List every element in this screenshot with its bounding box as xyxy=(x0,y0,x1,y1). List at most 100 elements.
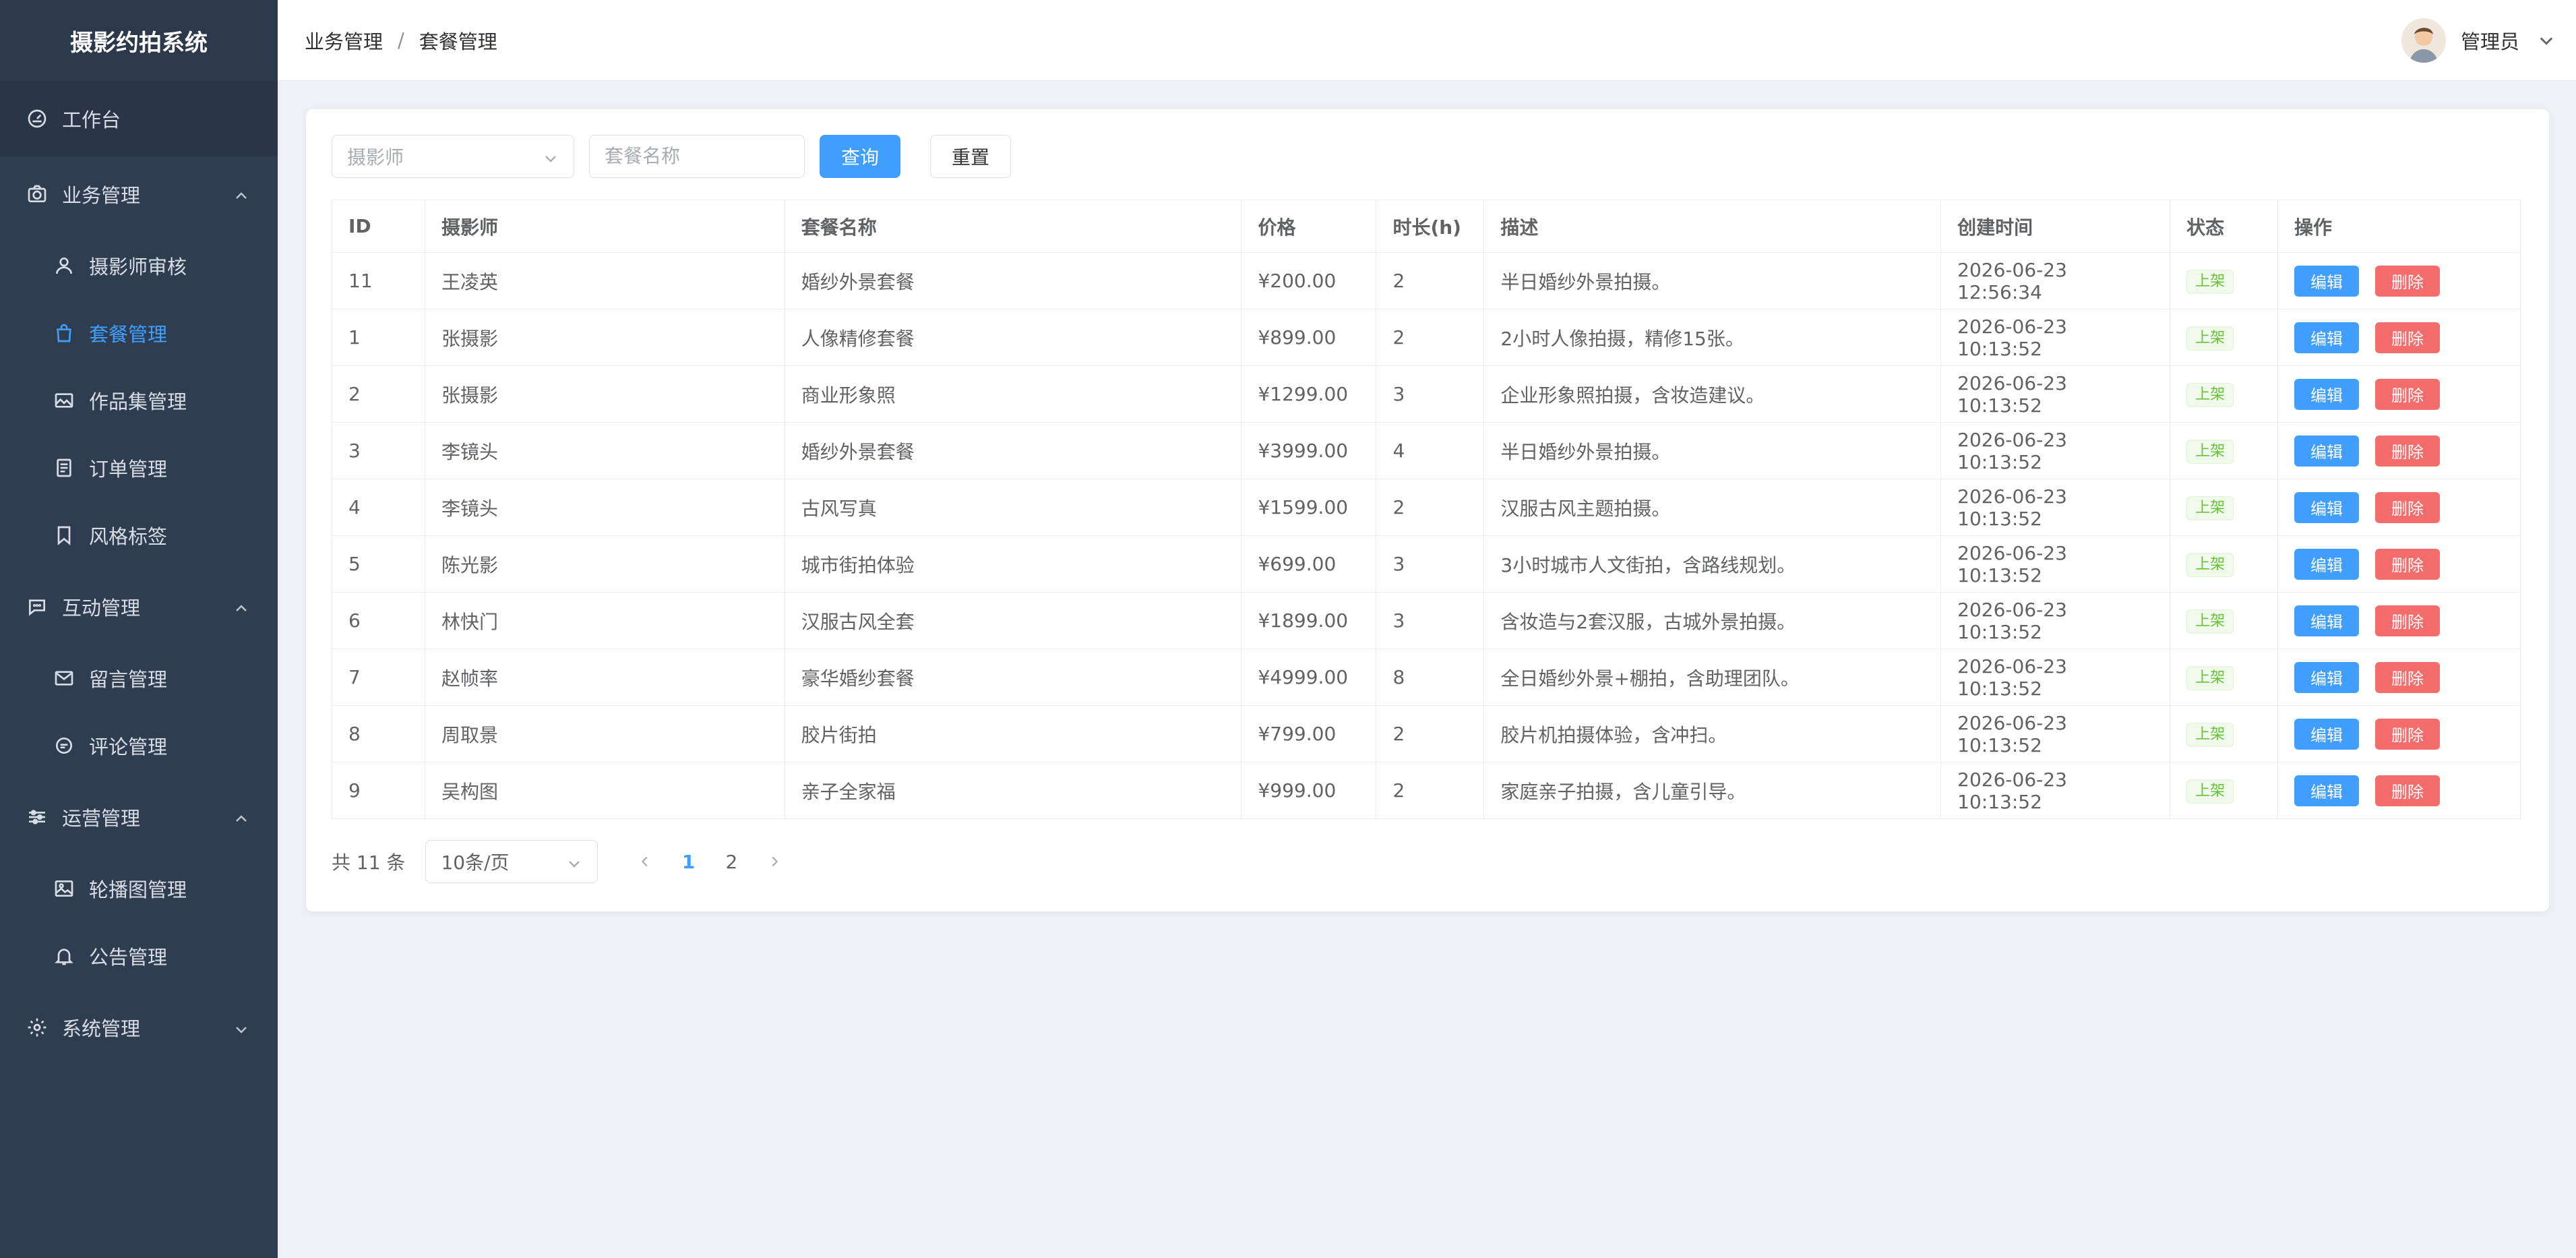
sidebar-item-label: 工作台 xyxy=(62,109,121,131)
cell-name: 胶片街拍 xyxy=(784,705,1242,762)
sidebar-group-business[interactable]: 业务管理 xyxy=(0,156,278,232)
cell-price: ¥1899.00 xyxy=(1241,592,1377,649)
cell-desc: 全日婚纱外景+棚拍，含助理团队。 xyxy=(1483,649,1942,706)
edit-button[interactable]: 编辑 xyxy=(2294,718,2360,750)
mail-icon xyxy=(53,667,75,690)
edit-button[interactable]: 编辑 xyxy=(2294,435,2360,467)
cell-created: 2026-06-23 10:13:52 xyxy=(1940,365,2171,423)
table-row: 7 赵帧率 豪华婚纱套餐 ¥4999.00 8 全日婚纱外景+棚拍，含助理团队。 2026-… xyxy=(332,649,2521,706)
avatar xyxy=(2401,18,2446,63)
sidebar-item-order-management[interactable]: 订单管理 xyxy=(0,434,278,502)
cell-price: ¥1599.00 xyxy=(1241,479,1377,536)
delete-button[interactable]: 删除 xyxy=(2375,775,2441,806)
chevron-down-icon xyxy=(543,149,559,165)
delete-button[interactable]: 删除 xyxy=(2375,265,2441,297)
cell-photographer: 吴构图 xyxy=(424,762,785,819)
cell-created: 2026-06-23 10:13:52 xyxy=(1940,649,2171,706)
cell-photographer: 赵帧率 xyxy=(424,649,785,706)
column-header-duration: 时长(h) xyxy=(1376,200,1485,253)
sidebar-item-banner-management[interactable]: 轮播图管理 xyxy=(0,855,278,922)
sidebar-item-package-management[interactable]: 套餐管理 xyxy=(0,299,278,367)
edit-button[interactable]: 编辑 xyxy=(2294,265,2360,297)
delete-button[interactable]: 删除 xyxy=(2375,378,2441,410)
document-icon xyxy=(53,456,75,479)
cell-desc: 2小时人像拍摄，精修15张。 xyxy=(1483,309,1942,366)
pagination: 共 11 条 10条/页 1 2 xyxy=(332,840,796,883)
edit-button[interactable]: 编辑 xyxy=(2294,378,2360,410)
column-header-status: 状态 xyxy=(2170,200,2279,253)
breadcrumb-separator: / xyxy=(398,29,404,52)
cell-id: 2 xyxy=(332,365,425,423)
reset-button[interactable]: 重置 xyxy=(930,135,1011,178)
cell-created: 2026-06-23 10:13:52 xyxy=(1940,422,2171,479)
sidebar-group-operations[interactable]: 运营管理 xyxy=(0,779,278,855)
cell-id: 5 xyxy=(332,535,425,593)
delete-button[interactable]: 删除 xyxy=(2375,548,2441,580)
status-badge: 上架 xyxy=(2186,552,2234,577)
cell-status: 上架 xyxy=(2170,252,2279,309)
cell-desc: 半日婚纱外景拍摄。 xyxy=(1483,252,1942,309)
cell-price: ¥799.00 xyxy=(1241,705,1377,762)
cell-actions: 编辑 删除 xyxy=(2277,422,2521,479)
delete-button[interactable]: 删除 xyxy=(2375,322,2441,353)
cell-duration: 3 xyxy=(1376,592,1485,649)
edit-button[interactable]: 编辑 xyxy=(2294,605,2360,636)
edit-button[interactable]: 编辑 xyxy=(2294,491,2360,523)
sidebar-item-workbench[interactable]: 工作台 xyxy=(0,81,278,156)
sidebar-item-label: 风格标签 xyxy=(89,525,168,548)
sidebar-item-photographer-review[interactable]: 摄影师审核 xyxy=(0,232,278,299)
edit-button[interactable]: 编辑 xyxy=(2294,322,2360,353)
sidebar-item-label: 套餐管理 xyxy=(89,323,168,346)
next-page-button[interactable] xyxy=(753,840,796,883)
query-button[interactable]: 查询 xyxy=(820,135,900,178)
cell-actions: 编辑 删除 xyxy=(2277,762,2521,819)
page-size-select[interactable]: 10条/页 xyxy=(425,840,599,883)
cell-name: 豪华婚纱套餐 xyxy=(784,649,1242,706)
cell-id: 6 xyxy=(332,592,425,649)
cell-price: ¥200.00 xyxy=(1241,252,1377,309)
sliders-icon xyxy=(26,806,49,829)
cell-price: ¥1299.00 xyxy=(1241,365,1377,423)
sidebar-item-message-management[interactable]: 留言管理 xyxy=(0,645,278,712)
chevron-left-icon xyxy=(642,856,648,867)
cell-actions: 编辑 删除 xyxy=(2277,479,2521,536)
page-2-button[interactable]: 2 xyxy=(710,840,753,883)
photographer-select[interactable]: 摄影师 xyxy=(332,135,574,178)
sidebar-item-label: 订单管理 xyxy=(89,458,168,481)
cell-status: 上架 xyxy=(2170,479,2279,536)
edit-button[interactable]: 编辑 xyxy=(2294,661,2360,693)
delete-button[interactable]: 删除 xyxy=(2375,661,2441,693)
sidebar-item-style-tags[interactable]: 风格标签 xyxy=(0,502,278,569)
sidebar-group-interaction[interactable]: 互动管理 xyxy=(0,569,278,645)
edit-button[interactable]: 编辑 xyxy=(2294,775,2360,806)
cell-desc: 含妆造与2套汉服，古城外景拍摄。 xyxy=(1483,592,1942,649)
column-header-actions: 操作 xyxy=(2277,200,2521,253)
sidebar-group-system[interactable]: 系统管理 xyxy=(0,990,278,1065)
delete-button[interactable]: 删除 xyxy=(2375,718,2441,750)
cell-created: 2026-06-23 12:56:34 xyxy=(1940,252,2171,309)
sidebar-item-portfolio-management[interactable]: 作品集管理 xyxy=(0,367,278,434)
cell-id: 7 xyxy=(332,649,425,706)
breadcrumb-item-business[interactable]: 业务管理 xyxy=(305,26,383,55)
page-1-button[interactable]: 1 xyxy=(667,840,710,883)
package-name-input[interactable] xyxy=(589,135,805,178)
cell-status: 上架 xyxy=(2170,422,2279,479)
search-toolbar: 摄影师 查询 重置 xyxy=(332,135,1011,178)
prev-page-button[interactable] xyxy=(623,840,667,883)
cell-id: 8 xyxy=(332,705,425,762)
table-row: 9 吴构图 亲子全家福 ¥999.00 2 家庭亲子拍摄，含儿童引导。 2026-06-23… xyxy=(332,762,2521,819)
edit-button[interactable]: 编辑 xyxy=(2294,548,2360,580)
cell-desc: 家庭亲子拍摄，含儿童引导。 xyxy=(1483,762,1942,819)
cell-duration: 4 xyxy=(1376,422,1485,479)
delete-button[interactable]: 删除 xyxy=(2375,605,2441,636)
sidebar-item-announcement-management[interactable]: 公告管理 xyxy=(0,922,278,990)
delete-button[interactable]: 删除 xyxy=(2375,435,2441,467)
table-row: 1 张摄影 人像精修套餐 ¥899.00 2 2小时人像拍摄，精修15张。 2026-06-… xyxy=(332,309,2521,366)
cell-price: ¥699.00 xyxy=(1241,535,1377,593)
cell-desc: 企业形象照拍摄，含妆造建议。 xyxy=(1483,365,1942,423)
delete-button[interactable]: 删除 xyxy=(2375,491,2441,523)
sidebar-item-label: 评论管理 xyxy=(89,736,168,758)
sidebar-item-label: 作品集管理 xyxy=(89,390,187,413)
sidebar-item-comment-management[interactable]: 评论管理 xyxy=(0,712,278,779)
user-menu[interactable]: 管理员 xyxy=(2401,0,2556,81)
